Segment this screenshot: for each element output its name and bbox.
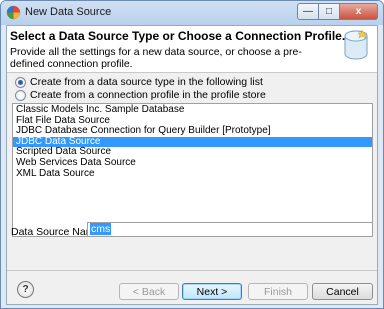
dialog-content: Select a Data Source Type or Choose a Co… [6, 25, 378, 305]
option-create-from-profile[interactable]: Create from a connection profile in the … [15, 89, 266, 101]
data-source-type-list[interactable]: Classic Models Inc. Sample Database Flat… [12, 103, 373, 237]
finish-button[interactable]: Finish [248, 283, 308, 300]
list-item[interactable]: XML Data Source [13, 168, 372, 180]
wizard-title: Select a Data Source Type or Choose a Co… [10, 29, 346, 43]
option-create-from-type[interactable]: Create from a data source type in the fo… [15, 76, 263, 88]
window-controls: — □ x [297, 3, 378, 20]
option-create-from-profile-label: Create from a connection profile in the … [30, 89, 266, 101]
help-button[interactable]: ? [17, 281, 34, 298]
wizard-header: Select a Data Source Type or Choose a Co… [7, 26, 377, 73]
radio-create-from-type[interactable] [15, 76, 26, 88]
option-create-from-type-label: Create from a data source type in the fo… [30, 76, 263, 88]
radio-create-from-profile[interactable] [15, 89, 26, 101]
window-title: New Data Source [25, 6, 112, 18]
minimize-button[interactable]: — [297, 3, 319, 20]
list-item[interactable]: Classic Models Inc. Sample Database [13, 104, 372, 116]
close-button[interactable]: x [340, 3, 378, 20]
data-source-name-input[interactable]: cms [87, 222, 373, 237]
dialog-window: New Data Source — □ x Select a Data Sour… [0, 0, 384, 309]
footer-separator [7, 270, 377, 271]
title-bar[interactable]: New Data Source — □ x [1, 1, 383, 25]
database-wizard-icon [344, 29, 368, 60]
wizard-description: Provide all the settings for a new data … [10, 46, 302, 70]
eclipse-app-icon [6, 5, 21, 20]
list-item[interactable]: Web Services Data Source [13, 157, 372, 169]
data-source-name-value: cms [90, 223, 112, 235]
maximize-button[interactable]: □ [319, 3, 340, 20]
next-button[interactable]: Next > [182, 283, 242, 300]
cancel-button[interactable]: Cancel [312, 283, 373, 300]
back-button[interactable]: < Back [119, 283, 179, 300]
